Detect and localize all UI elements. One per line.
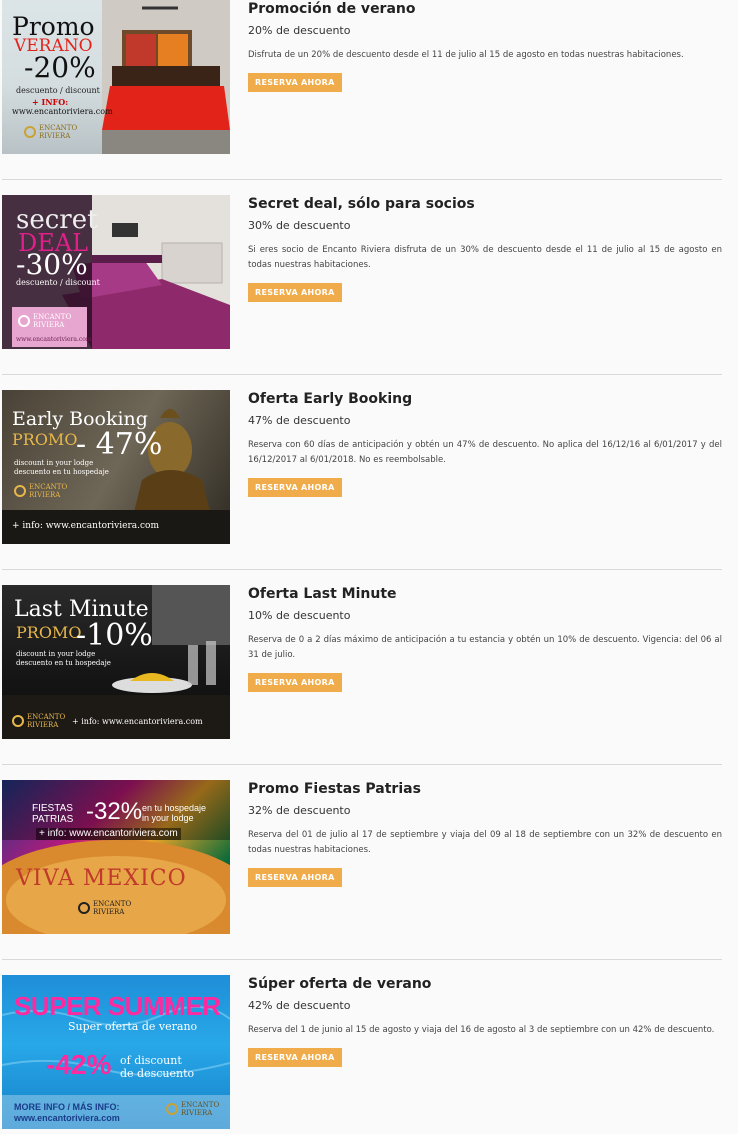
promo-discount: 32% de descuento xyxy=(248,804,351,817)
overlay-text: -32% xyxy=(86,798,143,825)
overlay-text: discount in your lodge xyxy=(16,650,96,658)
overlay-text: www.encantoriviera.com xyxy=(16,336,92,343)
overlay-text: + info: www.encantoriviera.com xyxy=(12,521,159,531)
promo-discount: 30% de descuento xyxy=(248,219,351,232)
overlay-text: -20% xyxy=(24,51,96,84)
promo-title: Súper oferta de verano xyxy=(248,976,432,992)
reserve-now-button[interactable]: RESERVA AHORA xyxy=(248,283,342,302)
spiral-icon xyxy=(18,315,30,327)
overlay-text: in your lodge xyxy=(142,813,194,823)
overlay-text: + INFO: xyxy=(32,97,69,107)
promo-discount: 47% de descuento xyxy=(248,414,351,427)
separator xyxy=(2,374,722,375)
promo-description: Reserva del 1 de junio al 15 de agosto y… xyxy=(248,1025,715,1035)
reserve-now-button[interactable]: RESERVA AHORA xyxy=(248,868,342,887)
promo-title: Secret deal, sólo para socios xyxy=(248,196,475,212)
overlay-text: discount in your lodge xyxy=(14,459,94,467)
overlay-text: www.encantoriviera.com xyxy=(12,107,113,116)
promo-description: Si eres socio de Encanto Riviera disfrut… xyxy=(248,245,722,270)
promo-description: Disfruta de un 20% de descuento desde el… xyxy=(248,50,684,60)
overlay-text: de descuento xyxy=(120,1067,195,1080)
promo-image[interactable]: Last Minute PROMO -10% discount in your … xyxy=(2,585,230,739)
brand-logo: ENCANTO RIVIERA xyxy=(14,483,73,499)
separator xyxy=(2,764,722,765)
promo-image[interactable]: Early Booking PROMO - 47% discount in yo… xyxy=(2,390,230,544)
promo-description: Reserva de 0 a 2 días máximo de anticipa… xyxy=(248,635,722,660)
brand-logo: ENCANTO RIVIERA xyxy=(18,313,77,329)
overlay-text: PATRIAS xyxy=(32,814,74,825)
brand-logo: ENCANTO RIVIERA xyxy=(12,713,65,729)
overlay-text: www.encantoriviera.com xyxy=(14,1113,120,1123)
overlay-text: SUPER SUMMER xyxy=(14,991,221,1021)
spiral-icon xyxy=(78,902,90,914)
separator xyxy=(2,179,722,180)
overlay-text: + info: www.encantoriviera.com xyxy=(72,717,203,726)
promo-description: Reserva con 60 días de anticipación y ob… xyxy=(248,440,722,465)
promo-discount: 42% de descuento xyxy=(248,999,351,1012)
promo-image[interactable]: Promo VERANO -20% descuento / discount +… xyxy=(2,0,230,154)
overlay-text: -10% xyxy=(76,618,153,653)
overlay-text: PROMO xyxy=(16,623,82,642)
promo-discount: 20% de descuento xyxy=(248,24,351,37)
overlay-text: VIVA MEXICO xyxy=(16,866,187,891)
spiral-icon xyxy=(12,715,24,727)
brand-logo: ENCANTO RIVIERA xyxy=(78,900,137,916)
promo-image[interactable]: SUPER SUMMER Super oferta de verano -42%… xyxy=(2,975,230,1129)
overlay-text: en tu hospedaje xyxy=(142,803,207,813)
overlay-text: descuento / discount xyxy=(16,278,100,287)
reserve-now-button[interactable]: RESERVA AHORA xyxy=(248,478,342,497)
reserve-now-button[interactable]: RESERVA AHORA xyxy=(248,673,342,692)
overlay-text: MORE INFO / MÁS INFO: xyxy=(14,1102,120,1112)
overlay-text: descuento en tu hospedaje xyxy=(16,659,111,667)
overlay-text: descuento en tu hospedaje xyxy=(14,468,109,476)
overlay-text: of discount xyxy=(120,1054,182,1067)
brand-logo: ENCANTO RIVIERA xyxy=(24,124,83,140)
promo-description: Reserva del 01 de julio al 17 de septiem… xyxy=(248,830,722,855)
separator xyxy=(2,569,722,570)
spiral-icon xyxy=(14,485,26,497)
promo-image[interactable]: secret DEAL -30% descuento / discount EN… xyxy=(2,195,230,349)
reserve-now-button[interactable]: RESERVA AHORA xyxy=(248,1048,342,1067)
overlay-text: -30% xyxy=(16,248,88,281)
promo-title: Oferta Last Minute xyxy=(248,586,397,602)
overlay-text: Super oferta de verano xyxy=(68,1020,198,1033)
overlay-text: descuento / discount xyxy=(16,86,100,95)
overlay-text: FIESTAS xyxy=(32,803,73,814)
overlay-text: + info: www.encantoriviera.com xyxy=(36,828,181,840)
promo-title: Promo Fiestas Patrias xyxy=(248,781,421,797)
brand-logo: ENCANTO RIVIERA xyxy=(166,1101,225,1117)
promo-title: Promoción de verano xyxy=(248,1,416,17)
separator xyxy=(2,959,722,960)
promo-image[interactable]: FIESTAS PATRIAS -32% en tu hospedaje in … xyxy=(2,780,230,934)
promo-title: Oferta Early Booking xyxy=(248,391,413,407)
overlay-text: -42% xyxy=(46,1049,112,1080)
overlay-text: PROMO xyxy=(12,430,78,449)
overlay-text: - 47% xyxy=(76,427,163,462)
promo-discount: 10% de descuento xyxy=(248,609,351,622)
spiral-icon xyxy=(166,1103,178,1115)
spiral-icon xyxy=(24,126,36,138)
reserve-now-button[interactable]: RESERVA AHORA xyxy=(248,73,342,92)
